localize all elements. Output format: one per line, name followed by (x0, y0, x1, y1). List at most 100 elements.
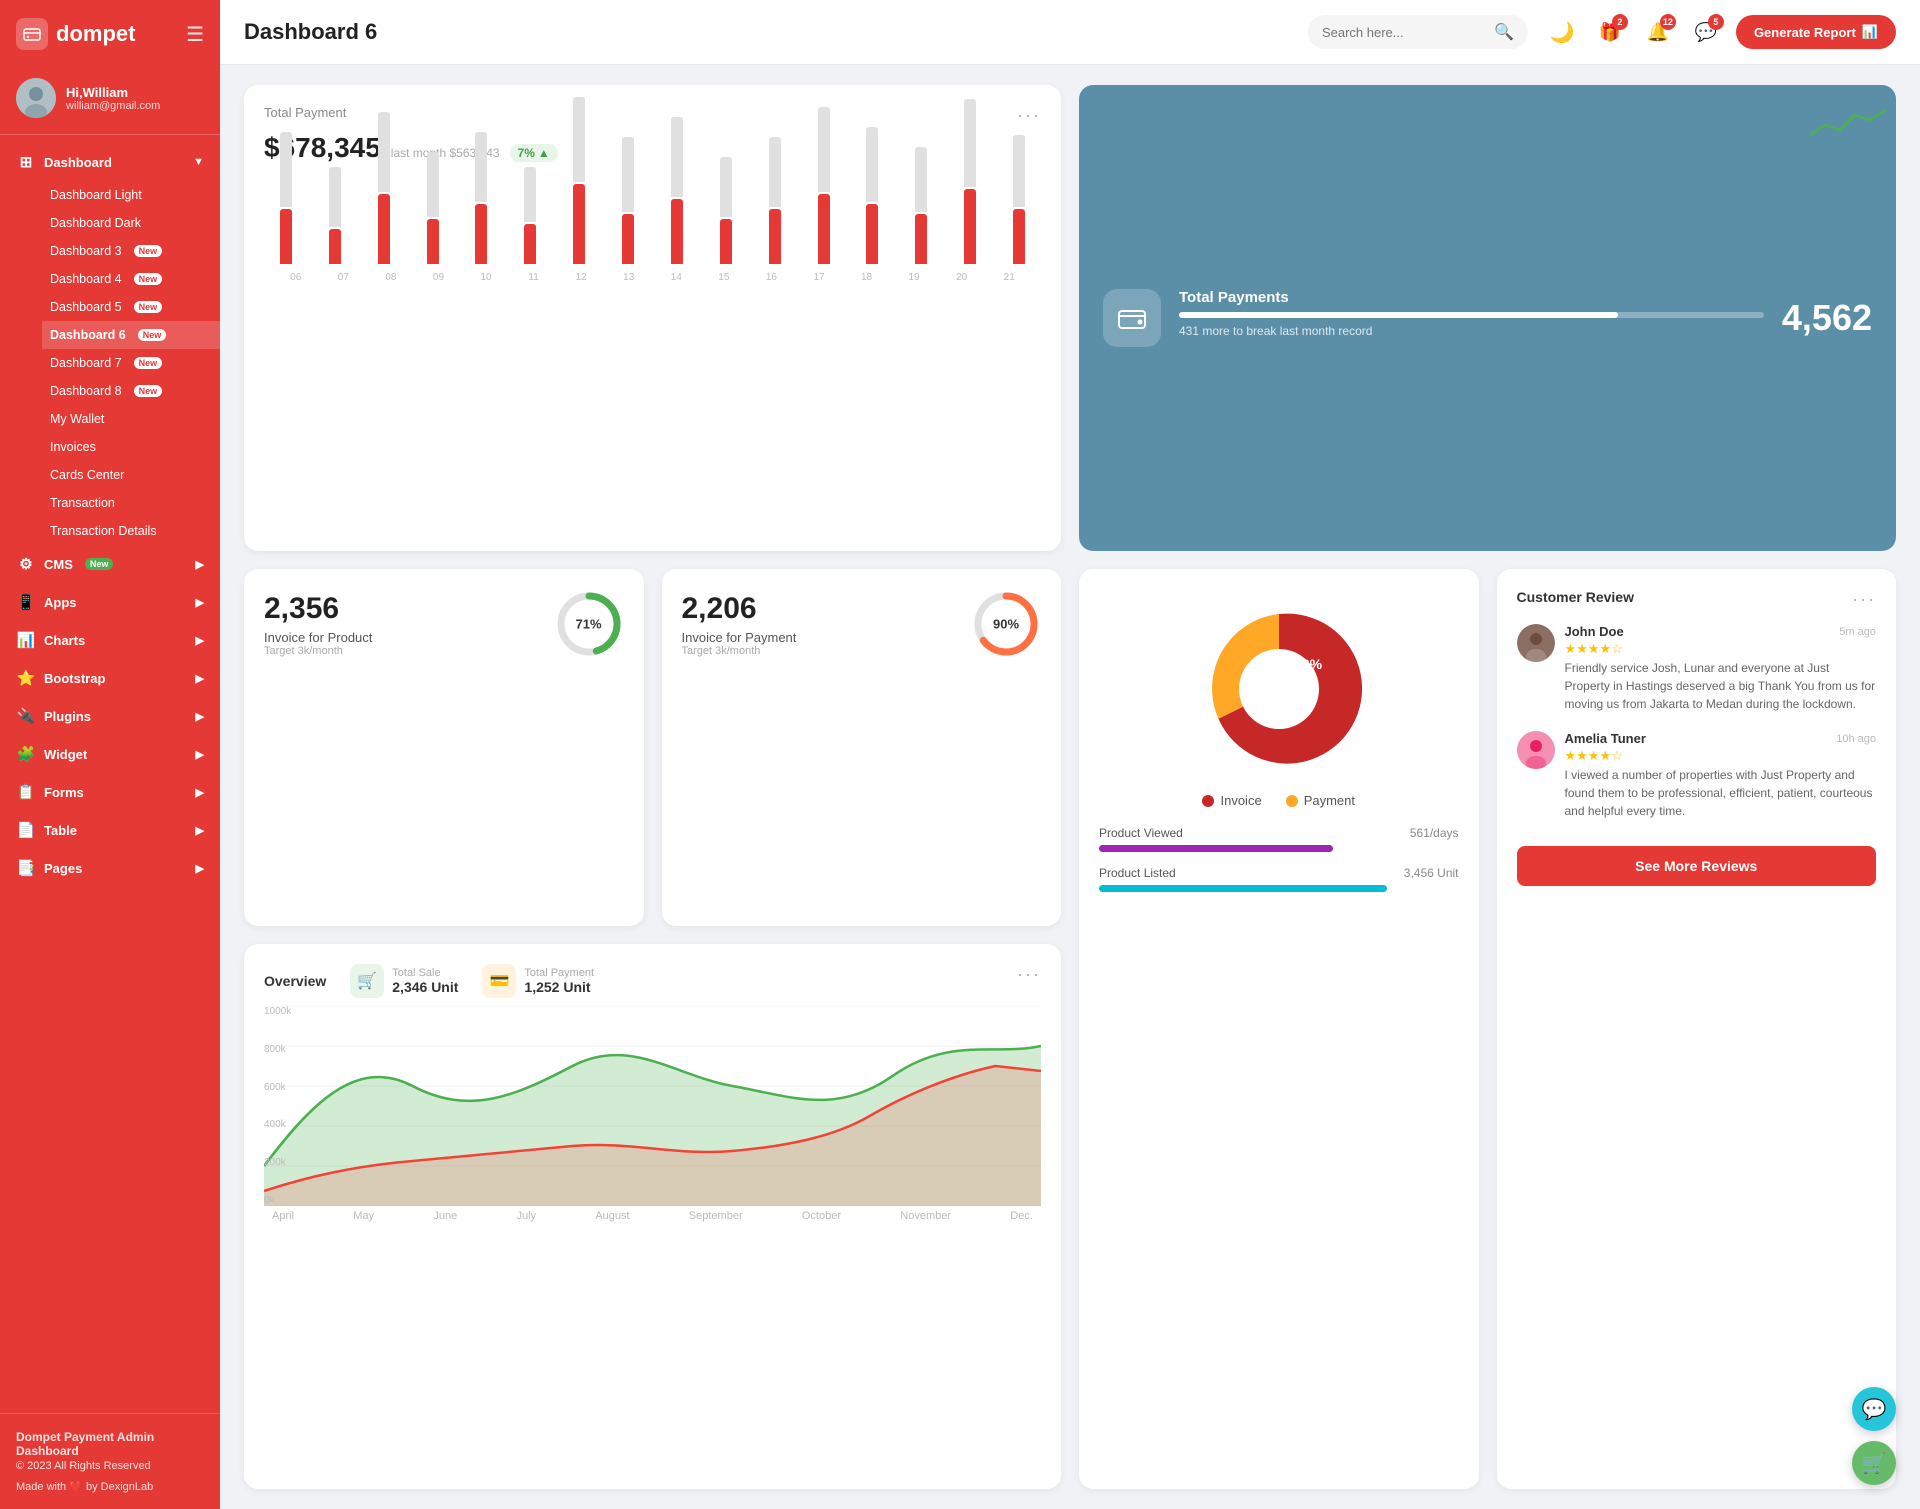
cms-arrow: ▶ (196, 558, 204, 571)
charts-arrow: ▶ (196, 634, 204, 647)
notification-btn[interactable]: 🔔 12 (1640, 14, 1676, 50)
sidebar-item-dashboard-4[interactable]: Dashboard 4 New (42, 265, 220, 293)
charts-section[interactable]: 📊 Charts ▶ (0, 621, 220, 659)
apps-section[interactable]: 📱 Apps ▶ (0, 583, 220, 621)
badge-new-d7: New (134, 357, 163, 369)
bar-group-13 (899, 147, 943, 264)
invoice-payment-label: Invoice for Payment (682, 630, 797, 645)
legend-payment-label: Payment (1304, 793, 1355, 808)
bar-x-label-10: 16 (748, 272, 796, 283)
search-wrap: 🔍 (1308, 15, 1528, 49)
widget-section[interactable]: 🧩 Widget ▶ (0, 735, 220, 773)
logo-text: dompet (56, 21, 135, 47)
sidebar-item-dashboard-8[interactable]: Dashboard 8 New (42, 377, 220, 405)
sidebar-item-dashboard-dark[interactable]: Dashboard Dark (42, 209, 220, 237)
overview-payment-label: Total Payment (524, 967, 594, 979)
cart-float-button[interactable]: 🛒 (1852, 1441, 1896, 1485)
dashboard-section[interactable]: ⊞ Dashboard ▼ (0, 143, 220, 181)
x-label-august: August (595, 1210, 629, 1222)
total-payment-dots[interactable]: ··· (1017, 105, 1041, 126)
sidebar-item-dashboard-6[interactable]: Dashboard 6 New (42, 321, 220, 349)
forms-arrow: ▶ (196, 786, 204, 799)
bar-x-label-11: 17 (795, 272, 843, 283)
message-btn[interactable]: 💬 5 (1688, 14, 1724, 50)
page-title: Dashboard 6 (244, 19, 1292, 45)
overview-dots[interactable]: ··· (1017, 964, 1041, 985)
overview-title: Overview (264, 973, 326, 989)
bar-x-label-6: 12 (557, 272, 605, 283)
bar-chart-wrap: 06070809101112131415161718192021 (264, 174, 1041, 284)
reviewer-1-info: John Doe 5m ago ★★★★☆ Friendly service J… (1565, 624, 1877, 713)
bootstrap-section[interactable]: ⭐ Bootstrap ▶ (0, 659, 220, 697)
overview-legend-wrap: Overview 🛒 Total Sale 2,346 Unit 💳 (264, 964, 594, 998)
bar-gray-3 (427, 152, 439, 217)
reviewer-2-text: I viewed a number of properties with Jus… (1565, 766, 1877, 820)
dashboard-sub-menu: Dashboard Light Dashboard Dark Dashboard… (0, 181, 220, 545)
overview-sale-stat: Total Sale 2,346 Unit (392, 967, 458, 995)
trend-up-icon: ▲ (538, 146, 550, 160)
sidebar-item-transaction[interactable]: Transaction (42, 489, 220, 517)
bar-gray-1 (329, 167, 341, 227)
product-viewed-bar (1099, 845, 1333, 852)
avatar (16, 78, 56, 118)
x-label-may: May (353, 1210, 374, 1222)
reviewer-1-time: 5m ago (1839, 626, 1876, 638)
reviewer-1-name: John Doe (1565, 624, 1624, 639)
product-listed-header: Product Listed 3,456 Unit (1099, 866, 1459, 880)
forms-icon: 📋 (16, 783, 36, 801)
product-listed-bar (1099, 885, 1387, 892)
area-chart-wrap: 1000k 800k 600k 400k 200k 0k (264, 1006, 1041, 1206)
sidebar-item-transaction-details[interactable]: Transaction Details (42, 517, 220, 545)
gift-badge: 2 (1612, 14, 1628, 30)
invoice-product-info: 2,356 Invoice for Product Target 3k/mont… (264, 592, 372, 657)
bar-chart-icon: 📊 (1862, 24, 1878, 40)
product-listed-value: 3,456 Unit (1404, 866, 1459, 880)
forms-section[interactable]: 📋 Forms ▶ (0, 773, 220, 811)
generate-report-button[interactable]: Generate Report 📊 (1736, 15, 1896, 49)
topbar-icons: 🌙 🎁 2 🔔 12 💬 5 Generate Report 📊 (1544, 14, 1896, 50)
plugins-arrow: ▶ (196, 710, 204, 723)
plugins-section[interactable]: 🔌 Plugins ▶ (0, 697, 220, 735)
invoice-product-label: Invoice for Product (264, 630, 372, 645)
pages-section[interactable]: 📑 Pages ▶ (0, 849, 220, 887)
trend-value: 7% (518, 146, 535, 160)
sidebar-item-invoices[interactable]: Invoices (42, 433, 220, 461)
review-dots[interactable]: ··· (1852, 589, 1876, 610)
generate-report-label: Generate Report (1754, 25, 1856, 40)
bar-gray-9 (720, 157, 732, 217)
bar-labels: 06070809101112131415161718192021 (264, 268, 1041, 283)
bar-group-15 (997, 135, 1041, 264)
sidebar-item-dashboard-3[interactable]: Dashboard 3 New (42, 237, 220, 265)
table-label: Table (44, 823, 77, 838)
dark-mode-btn[interactable]: 🌙 (1544, 14, 1580, 50)
pie-chart-card: 62% 38% Invoice Payment Product Viewed (1079, 569, 1479, 1489)
search-icon[interactable]: 🔍 (1494, 22, 1514, 42)
gift-btn[interactable]: 🎁 2 (1592, 14, 1628, 50)
sidebar-header: dompet ☰ (0, 0, 220, 68)
reviewer-2-stars: ★★★★☆ (1565, 748, 1877, 764)
cms-section[interactable]: ⚙ CMS New ▶ (0, 545, 220, 583)
sidebar-item-dashboard-light[interactable]: Dashboard Light (42, 181, 220, 209)
sidebar-item-dashboard-7[interactable]: Dashboard 7 New (42, 349, 220, 377)
bar-red-5 (524, 224, 536, 264)
invoice-payment-pct: 90% (993, 617, 1019, 632)
chat-float-button[interactable]: 💬 (1852, 1387, 1896, 1431)
sidebar-item-dashboard-5[interactable]: Dashboard 5 New (42, 293, 220, 321)
sidebar-item-my-wallet[interactable]: My Wallet (42, 405, 220, 433)
x-label-october: October (802, 1210, 841, 1222)
bootstrap-label: Bootstrap (44, 671, 105, 686)
see-more-reviews-button[interactable]: See More Reviews (1517, 846, 1877, 886)
content-grid: Total Payment ··· $678,345 last month $5… (220, 65, 1920, 1509)
svg-text:62%: 62% (1254, 686, 1286, 703)
dashboard-8-label: Dashboard 8 (50, 384, 122, 398)
msg-badge: 5 (1708, 14, 1724, 30)
widget-label: Widget (44, 747, 87, 762)
overview-sale-label: Total Sale (392, 967, 458, 979)
search-input[interactable] (1322, 25, 1486, 40)
bar-group-0 (264, 132, 308, 264)
hamburger-btn[interactable]: ☰ (186, 22, 204, 47)
bar-gray-15 (1013, 135, 1025, 207)
sidebar-item-cards-center[interactable]: Cards Center (42, 461, 220, 489)
floating-buttons: 💬 🛒 (1852, 1387, 1896, 1485)
table-section[interactable]: 📄 Table ▶ (0, 811, 220, 849)
